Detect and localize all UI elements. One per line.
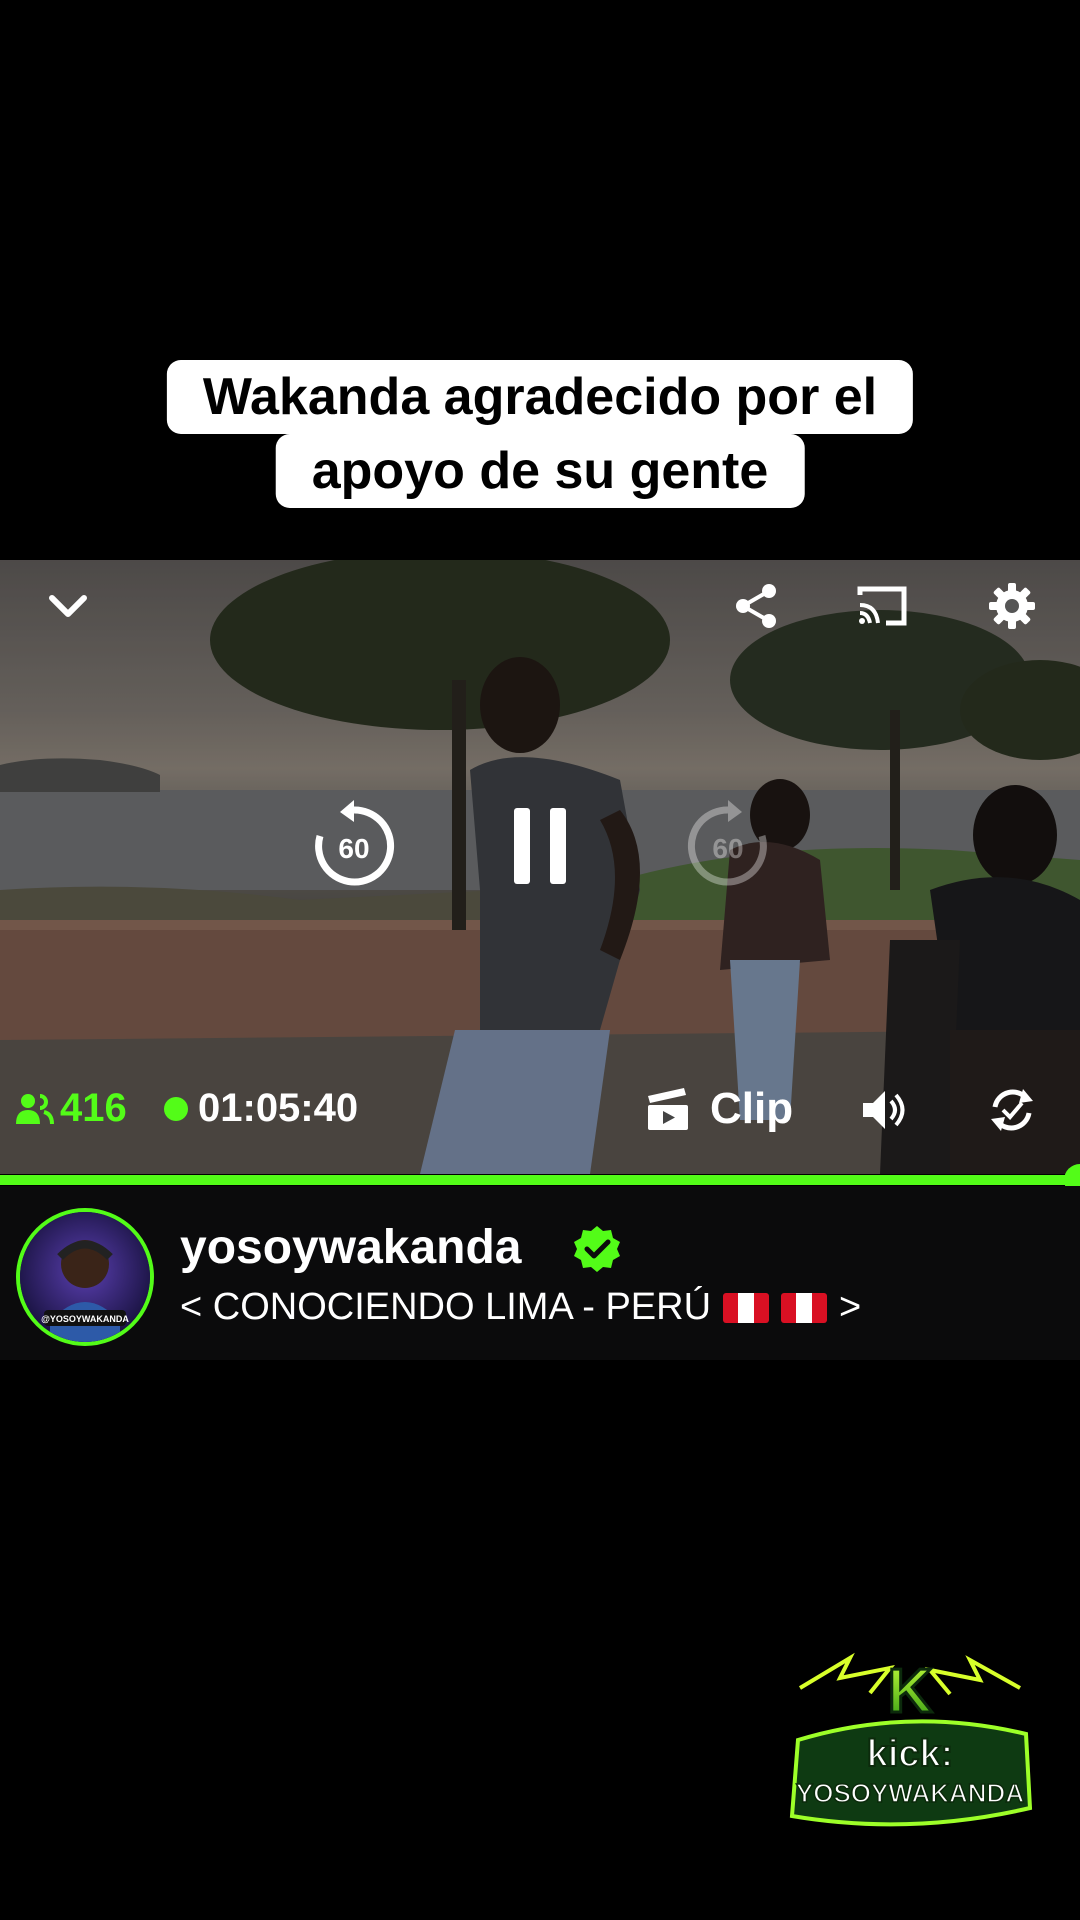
clip-label: Clip xyxy=(710,1084,794,1133)
cast-icon[interactable] xyxy=(852,576,912,636)
pause-icon[interactable] xyxy=(500,800,580,892)
share-icon[interactable] xyxy=(726,576,786,636)
video-player[interactable]: 60 60 416 01:05:40 Clip xyxy=(0,560,1080,1174)
stream-title: < CONOCIENDO LIMA - PERÚ > xyxy=(180,1286,861,1329)
forward-60-icon[interactable]: 60 xyxy=(682,800,774,892)
stream-title-suffix: > xyxy=(839,1286,862,1328)
live-uptime: 01:05:40 xyxy=(164,1086,358,1131)
avatar-text: @YOSOYWAKANDA xyxy=(41,1314,129,1324)
caption-line-2: apoyo de su gente xyxy=(275,434,805,508)
watermark-line1: kick: xyxy=(867,1733,954,1775)
caption-line-1: Wakanda agradecido por el xyxy=(166,360,914,434)
rotate-icon[interactable] xyxy=(984,1082,1040,1138)
channel-username[interactable]: yosoywakanda xyxy=(180,1220,521,1275)
channel-info-bar: @YOSOYWAKANDA yosoywakanda < CONOCIENDO … xyxy=(0,1186,1080,1360)
gear-icon[interactable] xyxy=(982,576,1042,636)
viewer-count-value: 416 xyxy=(60,1086,127,1130)
avatar[interactable]: @YOSOYWAKANDA xyxy=(16,1208,154,1346)
uptime-value: 01:05:40 xyxy=(198,1086,359,1130)
volume-icon[interactable] xyxy=(856,1082,912,1138)
peru-flag-icon xyxy=(723,1292,770,1323)
peru-flag-icon xyxy=(781,1292,828,1323)
rewind-60-icon[interactable]: 60 xyxy=(308,800,400,892)
clip-icon xyxy=(648,1088,688,1130)
watermark-letter: K xyxy=(888,1657,933,1726)
viewer-count: 416 xyxy=(16,1086,127,1131)
stream-title-text: < CONOCIENDO LIMA - PERÚ xyxy=(180,1286,712,1328)
player-bottom-controls: 416 01:05:40 Clip xyxy=(0,1068,1080,1148)
forward-label: 60 xyxy=(712,833,743,864)
live-dot-icon xyxy=(164,1096,188,1121)
verified-icon xyxy=(572,1224,622,1274)
viewers-icon xyxy=(16,1093,54,1124)
watermark-line2: YOSOYWAKANDA xyxy=(796,1778,1024,1808)
clip-button[interactable]: Clip xyxy=(646,1084,793,1134)
kick-watermark-logo: K kick: YOSOYWAKANDA xyxy=(780,1648,1040,1848)
rewind-label: 60 xyxy=(338,833,369,864)
chevron-down-icon[interactable] xyxy=(38,576,98,636)
progress-bar[interactable] xyxy=(0,1175,1080,1185)
